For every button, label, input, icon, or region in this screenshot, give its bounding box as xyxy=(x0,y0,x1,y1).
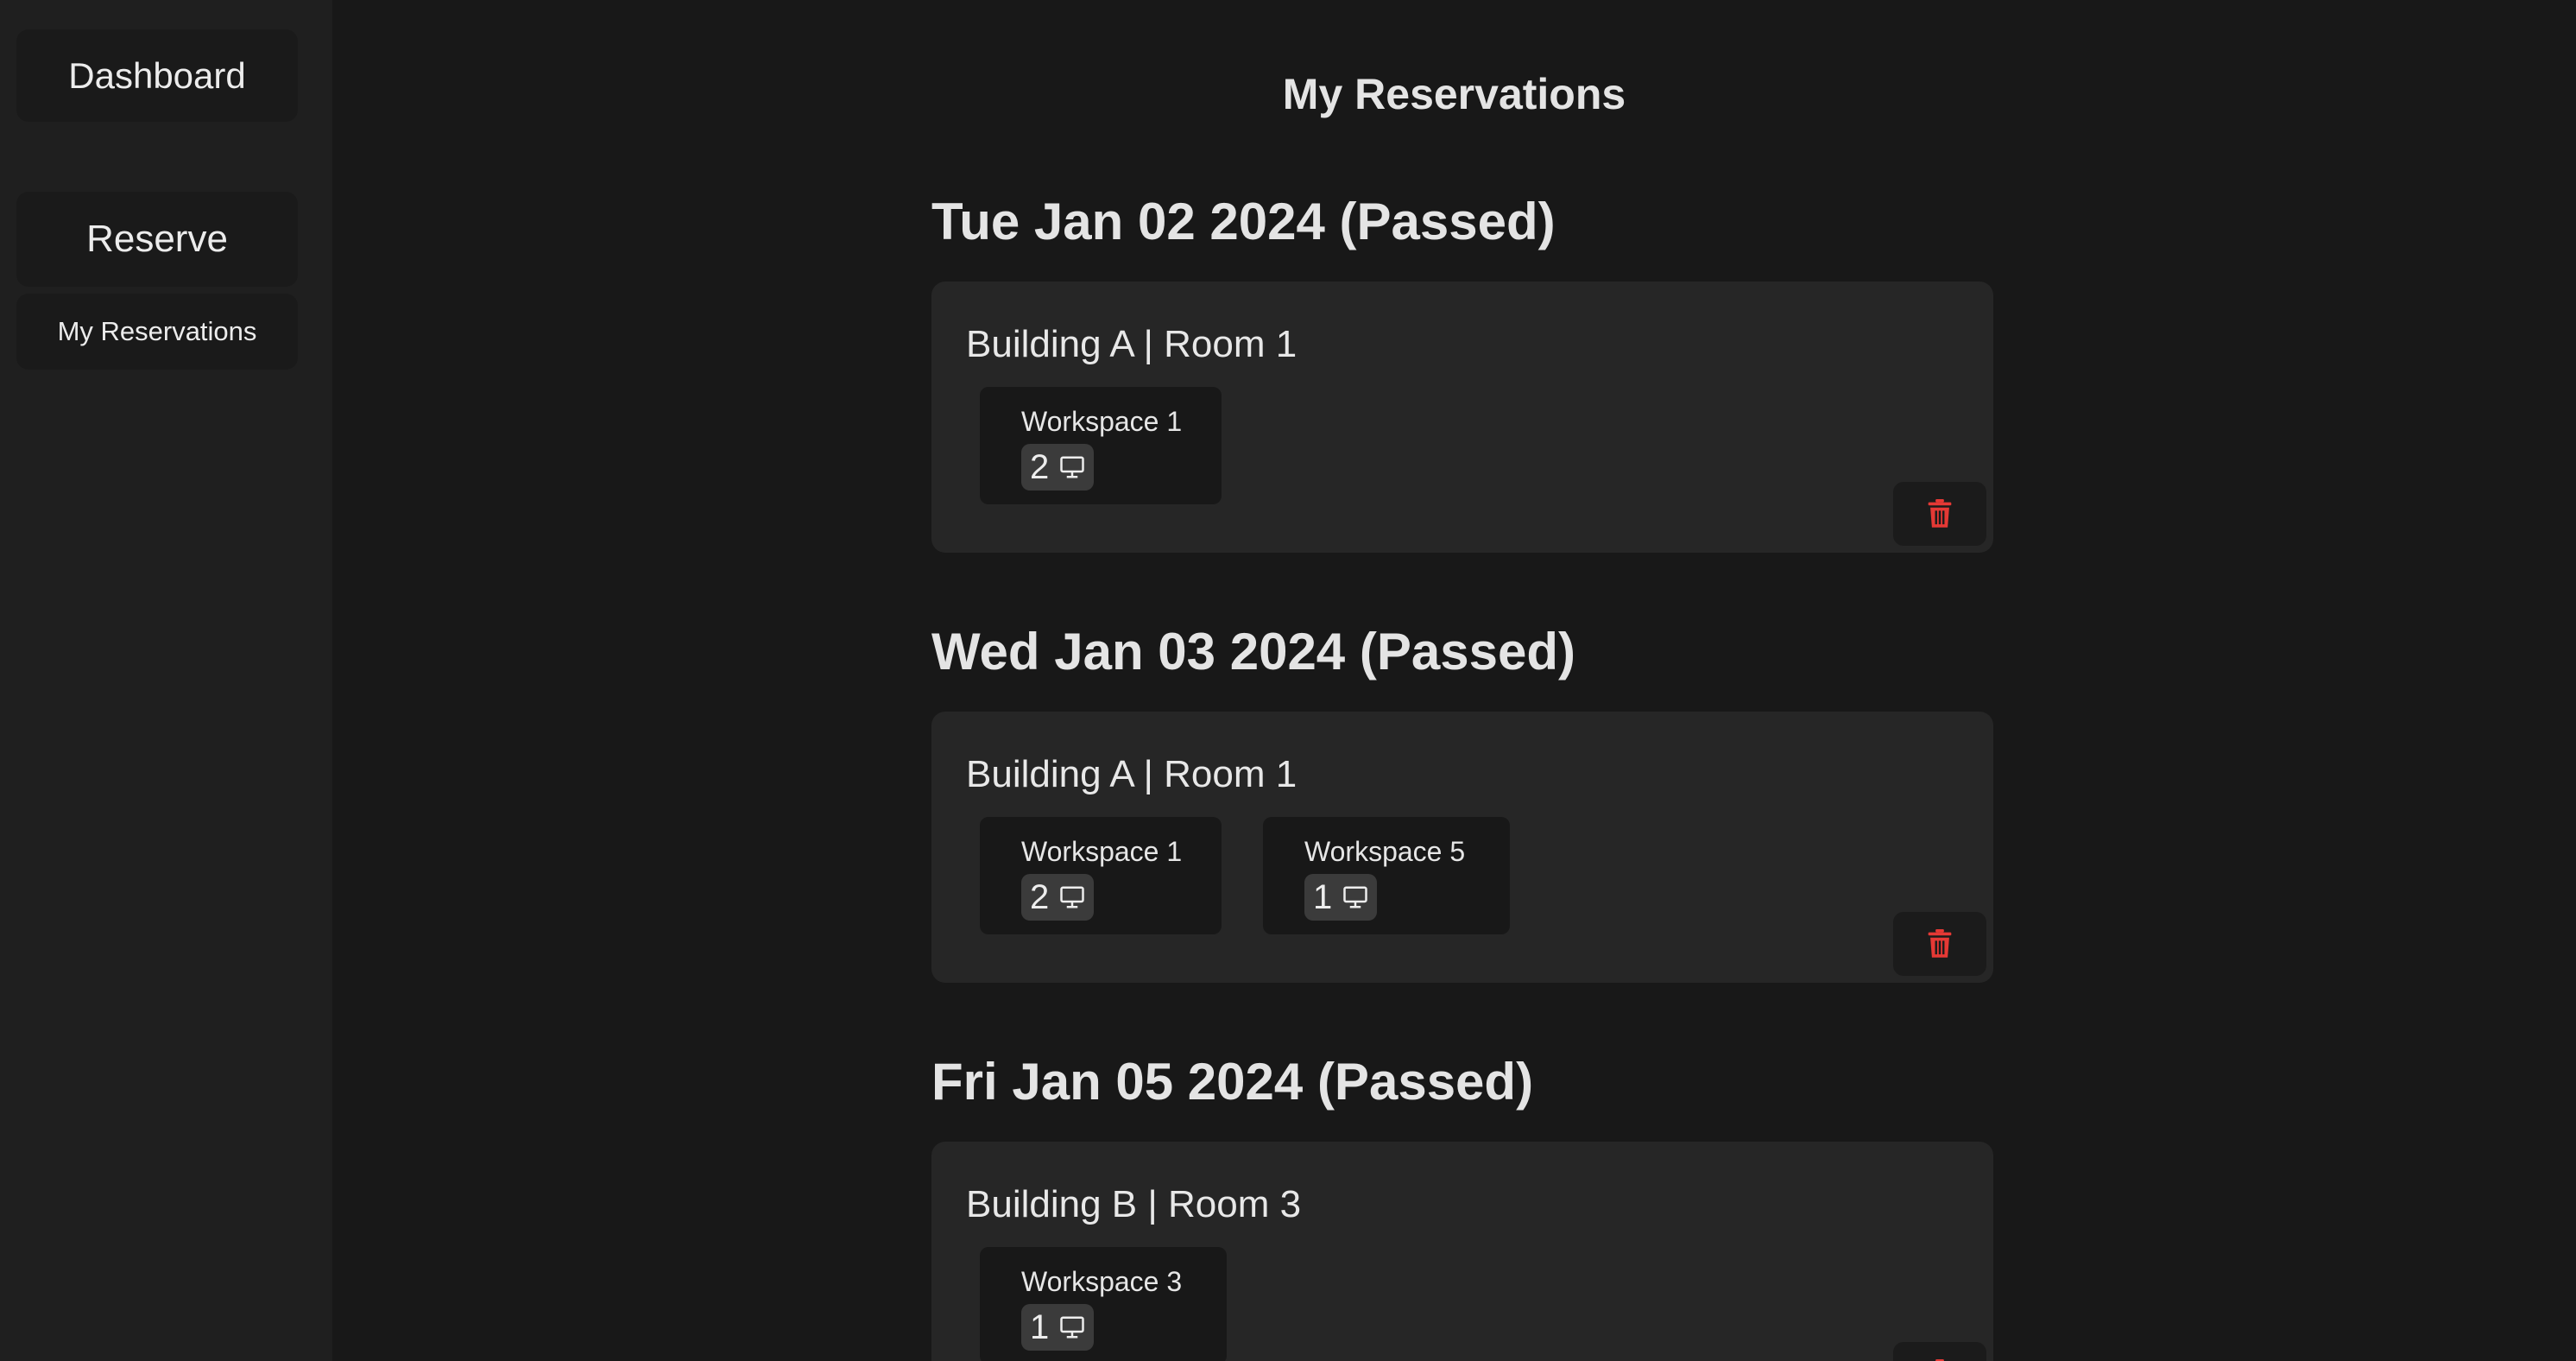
workspace-chip: Workspace 1 2 xyxy=(980,817,1222,934)
reservation-date-heading: Fri Jan 05 2024 (Passed) xyxy=(931,1053,1534,1111)
delete-reservation-button[interactable] xyxy=(1893,1342,1986,1361)
workspace-name: Workspace 1 xyxy=(1021,406,1183,437)
main-content: My Reservations Tue Jan 02 2024 (Passed)… xyxy=(332,0,2576,1361)
workspace-name: Workspace 5 xyxy=(1304,836,1466,867)
workspace-count-badge: 1 xyxy=(1021,1304,1095,1351)
app-root: Dashboard Reserve My Reservations My Res… xyxy=(0,0,2576,1361)
reservation-location: Building A | Room 1 xyxy=(966,323,1297,365)
workspace-count: 2 xyxy=(1030,447,1050,486)
workspace-count: 1 xyxy=(1030,1307,1050,1346)
workspace-name: Workspace 3 xyxy=(1021,1266,1183,1297)
nav-my-reservations-button[interactable]: My Reservations xyxy=(16,294,298,370)
reservation-location: Building A | Room 1 xyxy=(966,753,1297,795)
trash-icon xyxy=(1928,499,1952,528)
workspace-chip: Workspace 5 1 xyxy=(1263,817,1510,934)
workspace-count-badge: 2 xyxy=(1021,874,1095,921)
sidebar: Dashboard Reserve My Reservations xyxy=(0,0,332,1361)
monitor-icon xyxy=(1060,456,1084,478)
nav-dashboard-button[interactable]: Dashboard xyxy=(16,29,298,122)
workspace-chip: Workspace 1 2 xyxy=(980,387,1222,504)
reservation-card: Building B | Room 3 Workspace 3 1 xyxy=(931,1142,1993,1361)
reservation-date-heading: Wed Jan 03 2024 (Passed) xyxy=(931,623,1575,680)
trash-icon xyxy=(1928,929,1952,958)
delete-reservation-button[interactable] xyxy=(1893,482,1986,546)
workspace-count: 2 xyxy=(1030,877,1050,916)
reservation-date-heading: Tue Jan 02 2024 (Passed) xyxy=(931,193,1556,250)
reservation-card: Building A | Room 1 Workspace 1 2 xyxy=(931,282,1993,553)
workspace-count: 1 xyxy=(1313,877,1333,916)
workspace-count-badge: 1 xyxy=(1304,874,1378,921)
monitor-icon xyxy=(1060,1316,1084,1339)
delete-reservation-button[interactable] xyxy=(1893,912,1986,976)
workspace-chip: Workspace 3 1 xyxy=(980,1247,1227,1361)
monitor-icon xyxy=(1060,886,1084,908)
workspace-count-badge: 2 xyxy=(1021,444,1095,491)
reservation-card: Building A | Room 1 Workspace 1 2 Worksp… xyxy=(931,712,1993,983)
reservation-location: Building B | Room 3 xyxy=(966,1183,1302,1225)
workspace-name: Workspace 1 xyxy=(1021,836,1183,867)
page-title: My Reservations xyxy=(1282,70,1626,118)
monitor-icon xyxy=(1343,886,1367,908)
nav-reserve-button[interactable]: Reserve xyxy=(16,192,298,287)
